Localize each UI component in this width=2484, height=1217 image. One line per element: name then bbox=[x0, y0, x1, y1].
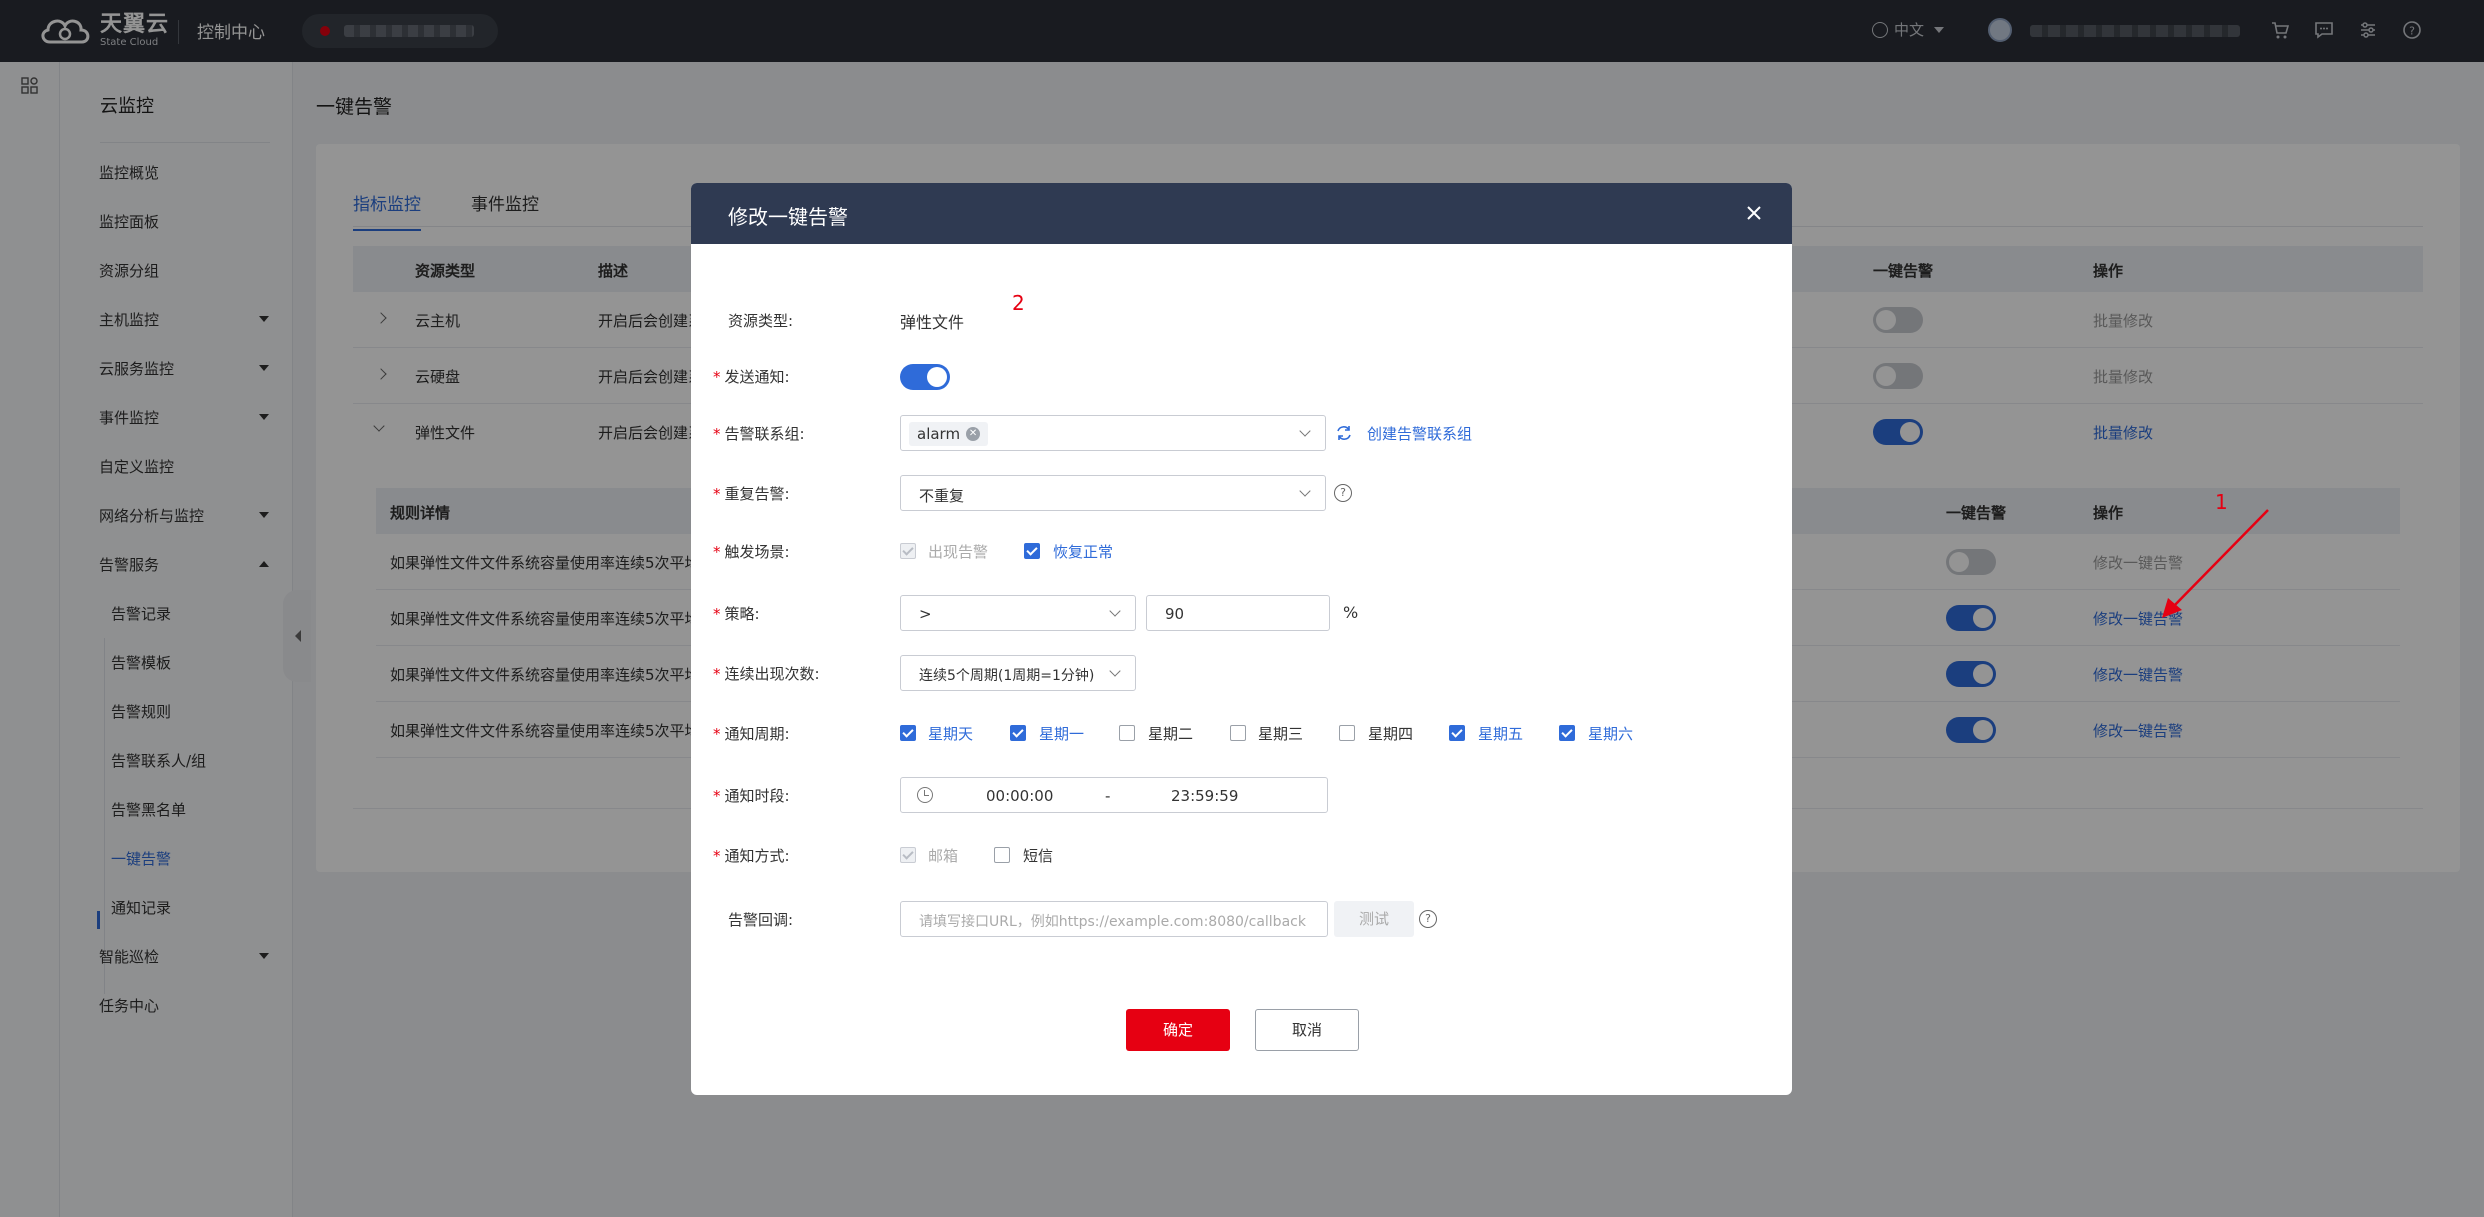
chevron-down-icon bbox=[1109, 605, 1121, 617]
contact-tag-label: alarm bbox=[917, 425, 961, 443]
modal-title: 修改一键告警 bbox=[728, 205, 848, 229]
label-contact-group: * 告警联系组: bbox=[713, 425, 805, 443]
label-text: 触发场景: bbox=[724, 543, 790, 561]
label-text: 通知周期: bbox=[724, 725, 790, 743]
annotation-label: 1 bbox=[2215, 490, 2228, 514]
operator-value: > bbox=[919, 605, 932, 623]
weekday-label: 星期天 bbox=[928, 725, 974, 743]
consecutive-select[interactable]: 连续5个周期(1周期=1分钟) bbox=[900, 655, 1136, 691]
weekday-monday-checkbox[interactable] bbox=[1010, 725, 1026, 741]
trigger-recover-label: 恢复正常 bbox=[1053, 543, 1114, 561]
time-start[interactable]: 00:00:00 bbox=[986, 787, 1053, 805]
weekday-saturday-checkbox[interactable] bbox=[1559, 725, 1575, 741]
label-repeat: * 重复告警: bbox=[713, 485, 790, 503]
contact-tag: alarm ✕ bbox=[909, 422, 989, 446]
method-sms-label: 短信 bbox=[1023, 847, 1054, 865]
label-time-range: * 通知时段: bbox=[713, 787, 790, 805]
help-icon[interactable]: ? bbox=[1419, 910, 1437, 928]
trigger-recover-checkbox[interactable] bbox=[1024, 543, 1040, 559]
trigger-alarm-checkbox[interactable] bbox=[900, 543, 916, 559]
time-separator: - bbox=[1105, 787, 1111, 805]
weekday-label: 星期二 bbox=[1148, 725, 1194, 743]
consecutive-value: 连续5个周期(1周期=1分钟) bbox=[919, 668, 1095, 684]
label-text: 发送通知: bbox=[724, 368, 790, 386]
label-text: 通知时段: bbox=[724, 787, 790, 805]
operator-select[interactable]: > bbox=[900, 595, 1136, 631]
label-strategy: * 策略: bbox=[713, 605, 760, 623]
label-text: 通知方式: bbox=[724, 847, 790, 865]
chevron-down-icon bbox=[1109, 665, 1121, 677]
label-send-notice: * 发送通知: bbox=[713, 368, 790, 386]
trigger-alarm-label: 出现告警 bbox=[928, 543, 989, 561]
label-method: * 通知方式: bbox=[713, 847, 790, 865]
weekday-tuesday-checkbox[interactable] bbox=[1119, 725, 1135, 741]
test-button[interactable]: 测试 bbox=[1334, 901, 1414, 937]
label-text: 告警联系组: bbox=[724, 425, 805, 443]
weekday-friday-checkbox[interactable] bbox=[1449, 725, 1465, 741]
label-consecutive: * 连续出现次数: bbox=[713, 665, 820, 683]
confirm-button[interactable]: 确定 bbox=[1126, 1009, 1230, 1051]
callback-placeholder: 请填写接口URL，例如https://example.com:8080/call… bbox=[919, 914, 1306, 930]
edit-one-key-alarm-dialog: 修改一键告警 2 资源类型: 弹性文件 * 发送通知: * 告警联系组: alarm… bbox=[691, 183, 1792, 1095]
threshold-value: 90 bbox=[1165, 605, 1185, 623]
send-notice-toggle[interactable] bbox=[900, 364, 950, 390]
label-callback: 告警回调: bbox=[728, 911, 794, 929]
annotation-label: 2 bbox=[1012, 291, 1025, 315]
weekday-label: 星期三 bbox=[1258, 725, 1304, 743]
label-text: 策略: bbox=[724, 605, 760, 623]
cancel-button[interactable]: 取消 bbox=[1255, 1009, 1359, 1051]
clock-icon bbox=[917, 787, 933, 803]
threshold-input[interactable]: 90 bbox=[1146, 595, 1330, 631]
contact-group-select[interactable]: alarm ✕ bbox=[900, 415, 1326, 451]
chevron-down-icon bbox=[1299, 485, 1311, 497]
label-text: 重复告警: bbox=[724, 485, 790, 503]
time-range-picker[interactable]: 00:00:00 - 23:59:59 bbox=[900, 777, 1328, 813]
weekday-label: 星期五 bbox=[1478, 725, 1524, 743]
method-email-label: 邮箱 bbox=[928, 847, 959, 865]
label-trigger: * 触发场景: bbox=[713, 543, 790, 561]
help-icon[interactable]: ? bbox=[1334, 484, 1352, 502]
weekday-wednesday-checkbox[interactable] bbox=[1230, 725, 1246, 741]
refresh-icon[interactable] bbox=[1335, 424, 1353, 442]
label-text: 连续出现次数: bbox=[724, 665, 820, 683]
method-email-checkbox[interactable] bbox=[900, 847, 916, 863]
weekday-sunday-checkbox[interactable] bbox=[900, 725, 916, 741]
repeat-value: 不重复 bbox=[919, 487, 965, 505]
callback-url-input[interactable]: 请填写接口URL，例如https://example.com:8080/call… bbox=[900, 901, 1328, 937]
label-resource-type: 资源类型: bbox=[728, 312, 794, 330]
weekday-label: 星期一 bbox=[1039, 725, 1085, 743]
weekday-thursday-checkbox[interactable] bbox=[1339, 725, 1355, 741]
tag-remove-icon[interactable]: ✕ bbox=[966, 427, 981, 441]
threshold-unit: % bbox=[1343, 603, 1359, 622]
create-contact-group-link[interactable]: 创建告警联系组 bbox=[1367, 423, 1472, 444]
label-period: * 通知周期: bbox=[713, 725, 790, 743]
chevron-down-icon bbox=[1299, 425, 1311, 437]
resource-type-value: 弹性文件 bbox=[900, 313, 965, 332]
time-end[interactable]: 23:59:59 bbox=[1171, 787, 1238, 805]
weekday-label: 星期六 bbox=[1588, 725, 1634, 743]
method-sms-checkbox[interactable] bbox=[994, 847, 1010, 863]
close-icon[interactable] bbox=[1744, 203, 1764, 223]
modal-header: 修改一键告警 bbox=[691, 183, 1792, 244]
weekday-label: 星期四 bbox=[1368, 725, 1414, 743]
repeat-select[interactable]: 不重复 bbox=[900, 475, 1326, 511]
